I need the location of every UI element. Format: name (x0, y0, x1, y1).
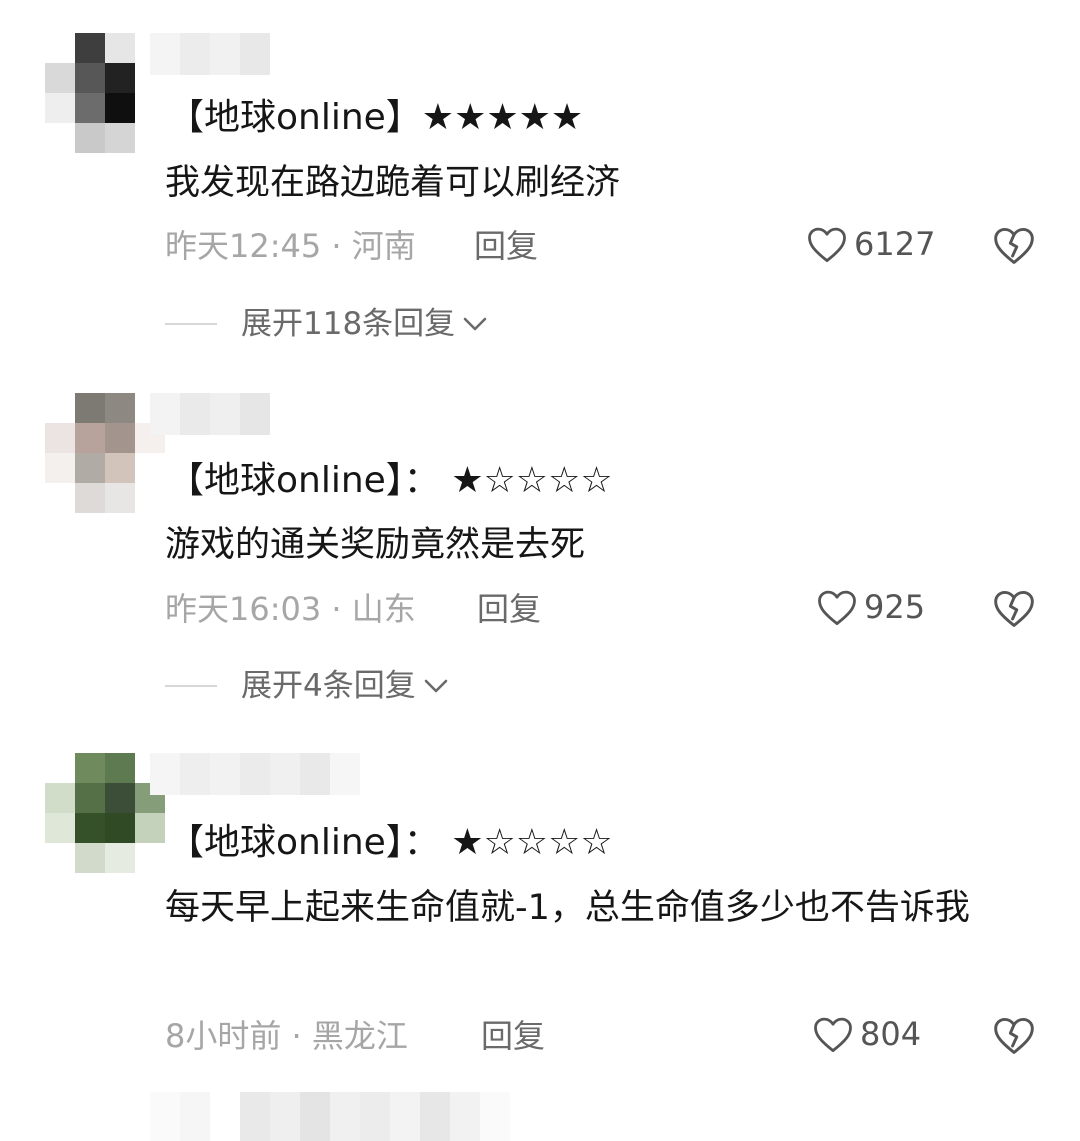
dislike-button[interactable] (992, 224, 1036, 268)
dislike-button[interactable] (992, 1014, 1036, 1058)
comment-title: 【地球online】： ★☆☆☆☆ (168, 460, 613, 501)
comment-text: 游戏的通关奖励竟然是去死 (165, 525, 586, 565)
like-count: 6127 (854, 225, 936, 263)
expand-replies-button[interactable]: 展开4条回复 (165, 666, 450, 706)
broken-heart-icon (992, 1014, 1036, 1056)
broken-heart-icon (992, 224, 1036, 266)
heart-outline-icon (816, 587, 858, 627)
divider-dash (165, 323, 217, 325)
comment-meta: 8小时前 · 黑龙江 (165, 1017, 408, 1055)
dislike-button[interactable] (992, 587, 1036, 631)
like-count: 804 (860, 1015, 922, 1053)
avatar[interactable] (45, 33, 165, 153)
like-button[interactable]: 804 (812, 1014, 921, 1054)
comment-meta: 昨天12:45 · 河南 (165, 227, 416, 265)
username-blurred[interactable] (150, 393, 270, 435)
like-count: 925 (864, 588, 926, 626)
reply-button[interactable]: 回复 (481, 1016, 545, 1056)
reply-button[interactable]: 回复 (477, 589, 541, 629)
expand-replies-button[interactable]: 展开118条回复 (165, 304, 489, 344)
like-button[interactable]: 925 (816, 587, 925, 627)
avatar[interactable] (45, 393, 165, 513)
comment-meta: 昨天16:03 · 山东 (165, 590, 416, 628)
expand-replies-label: 展开118条回复 (241, 306, 456, 342)
username-blurred[interactable] (150, 753, 360, 795)
broken-heart-icon (992, 587, 1036, 629)
reply-button[interactable]: 回复 (474, 226, 538, 266)
comment-text: 每天早上起来生命值就-1，总生命值多少也不告诉我 (165, 888, 970, 928)
avatar[interactable] (45, 753, 165, 873)
comment-title: 【地球online】： ★☆☆☆☆ (168, 822, 613, 863)
divider-dash (165, 685, 217, 687)
chevron-down-icon (461, 304, 489, 344)
like-button[interactable]: 6127 (806, 224, 935, 264)
username-blurred (150, 1092, 510, 1141)
comment-title: 【地球online】★★★★★ (168, 97, 584, 138)
heart-outline-icon (812, 1014, 854, 1054)
heart-outline-icon (806, 224, 848, 264)
expand-replies-label: 展开4条回复 (241, 668, 416, 704)
chevron-down-icon (422, 666, 450, 706)
comment-text: 我发现在路边跪着可以刷经济 (165, 163, 621, 203)
username-blurred[interactable] (150, 33, 270, 75)
